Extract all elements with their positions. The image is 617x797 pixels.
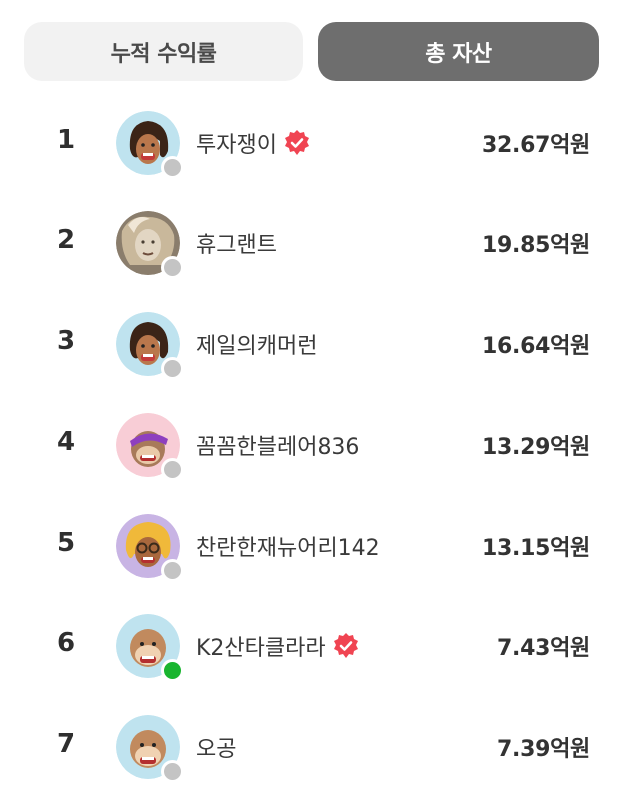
status-dot-offline bbox=[161, 256, 184, 279]
status-dot-offline bbox=[161, 559, 184, 582]
ranking-tabs: 누적 수익률 총 자산 bbox=[24, 22, 599, 81]
tab-total-assets[interactable]: 총 자산 bbox=[318, 22, 599, 81]
user-name[interactable]: 투자쟁이 bbox=[196, 127, 311, 159]
ranking-row[interactable]: 4 꼼꼼한블레어836 13.29억원 bbox=[0, 405, 617, 485]
tab-cumulative-return[interactable]: 누적 수익률 bbox=[24, 22, 303, 81]
ranking-row[interactable]: 6 K2산타클라라 7.43억원 bbox=[0, 606, 617, 686]
user-name[interactable]: 제일의캐머런 bbox=[196, 328, 317, 360]
user-name[interactable]: 찬란한재뉴어리142 bbox=[196, 530, 380, 562]
verified-badge-icon bbox=[333, 633, 358, 658]
total-assets-value: 7.39억원 bbox=[497, 737, 590, 762]
ranking-row[interactable]: 1 투자쟁이 32.67억원 bbox=[0, 103, 617, 183]
rank-number: 1 bbox=[56, 125, 76, 155]
status-dot-offline bbox=[161, 156, 184, 179]
status-dot-offline bbox=[161, 760, 184, 783]
rank-number: 4 bbox=[56, 427, 76, 457]
status-dot-offline bbox=[161, 357, 184, 380]
total-assets-value: 19.85억원 bbox=[482, 233, 590, 258]
rank-number: 3 bbox=[56, 326, 76, 356]
verified-badge-icon bbox=[284, 130, 309, 155]
rank-number: 2 bbox=[56, 225, 76, 255]
ranking-row[interactable]: 3 제일의캐머런 16.64억원 bbox=[0, 304, 617, 384]
user-name[interactable]: 오공 bbox=[196, 731, 236, 763]
rank-number: 7 bbox=[56, 729, 76, 759]
rank-number: 5 bbox=[56, 528, 76, 558]
status-dot-offline bbox=[161, 458, 184, 481]
user-name[interactable]: 꼼꼼한블레어836 bbox=[196, 429, 359, 461]
rank-number: 6 bbox=[56, 628, 76, 658]
ranking-row[interactable]: 5 찬란한재뉴어리142 13.15억원 bbox=[0, 506, 617, 586]
ranking-row[interactable]: 7 오공 7.39억원 bbox=[0, 707, 617, 787]
total-assets-value: 7.43억원 bbox=[497, 636, 590, 661]
total-assets-value: 13.15억원 bbox=[482, 536, 590, 561]
total-assets-value: 13.29억원 bbox=[482, 435, 590, 460]
ranking-row[interactable]: 2 휴그랜트 19.85억원 bbox=[0, 203, 617, 283]
user-name[interactable]: 휴그랜트 bbox=[196, 227, 277, 259]
user-name[interactable]: K2산타클라라 bbox=[196, 630, 360, 662]
status-dot-online bbox=[161, 659, 184, 682]
total-assets-value: 16.64억원 bbox=[482, 334, 590, 359]
total-assets-value: 32.67억원 bbox=[482, 133, 590, 158]
